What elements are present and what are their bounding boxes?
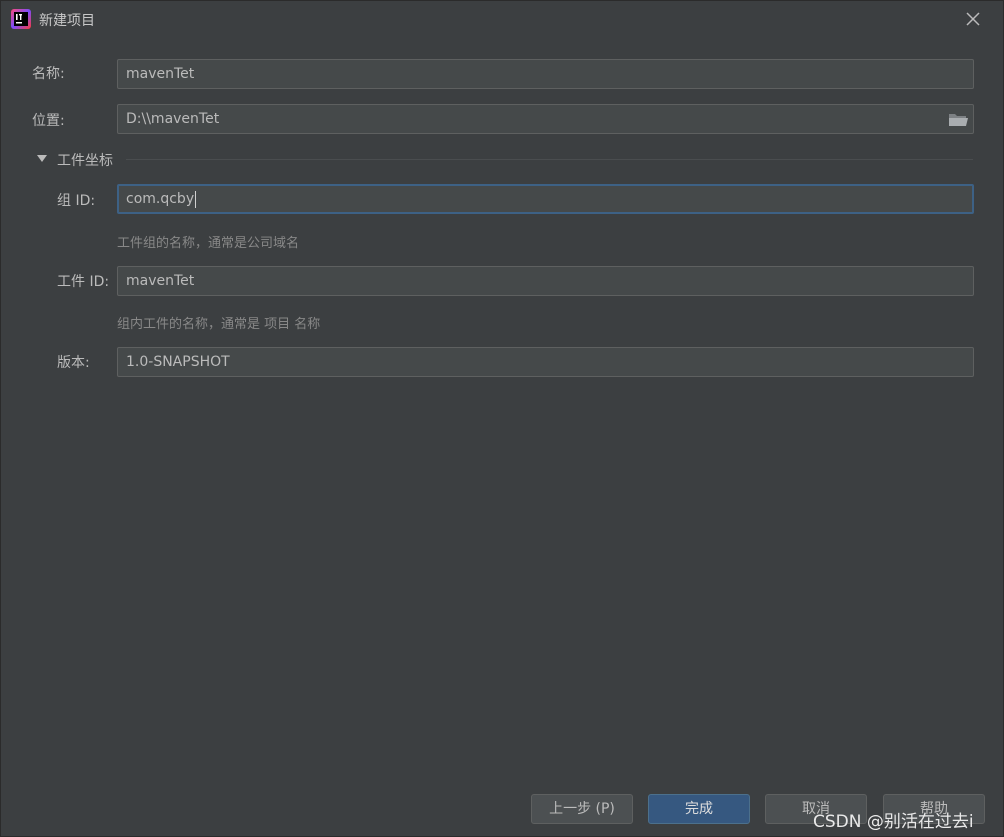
section-divider — [126, 159, 973, 160]
intellij-app-icon — [11, 9, 31, 29]
location-value: D:\\mavenTet — [126, 111, 220, 127]
collapse-triangle-icon — [37, 155, 47, 162]
version-value: 1.0-SNAPSHOT — [126, 354, 230, 370]
new-project-dialog: 新建项目 名称: mavenTet 位置: D:\\mavenTet 工件坐标 … — [0, 0, 1004, 837]
version-input[interactable]: 1.0-SNAPSHOT — [117, 347, 974, 377]
previous-button[interactable]: 上一步 (P) — [531, 794, 633, 824]
name-input[interactable]: mavenTet — [117, 59, 974, 89]
close-icon[interactable] — [961, 7, 985, 31]
dialog-title: 新建项目 — [39, 13, 95, 29]
artifact-id-value: mavenTet — [126, 273, 195, 289]
name-value: mavenTet — [126, 66, 195, 82]
artifact-id-hint: 组内工件的名称，通常是 项目 名称 — [117, 317, 321, 332]
csdn-watermark: CSDN @别活在过去i — [813, 812, 974, 832]
location-input[interactable]: D:\\mavenTet — [117, 104, 974, 134]
location-label: 位置: — [32, 113, 65, 129]
group-id-value: com.qcby — [126, 191, 195, 207]
name-label: 名称: — [32, 66, 65, 82]
version-label: 版本: — [57, 355, 90, 371]
artifact-id-input[interactable]: mavenTet — [117, 266, 974, 296]
folder-icon[interactable] — [945, 107, 971, 131]
text-caret — [195, 190, 197, 208]
group-id-label: 组 ID: — [57, 193, 96, 209]
section-title: 工件坐标 — [57, 153, 113, 169]
group-id-hint: 工件组的名称，通常是公司域名 — [117, 236, 300, 251]
artifact-id-label: 工件 ID: — [57, 274, 110, 290]
finish-button[interactable]: 完成 — [648, 794, 750, 824]
title-bar: 新建项目 — [1, 1, 1003, 39]
group-id-input[interactable]: com.qcby — [117, 184, 974, 214]
